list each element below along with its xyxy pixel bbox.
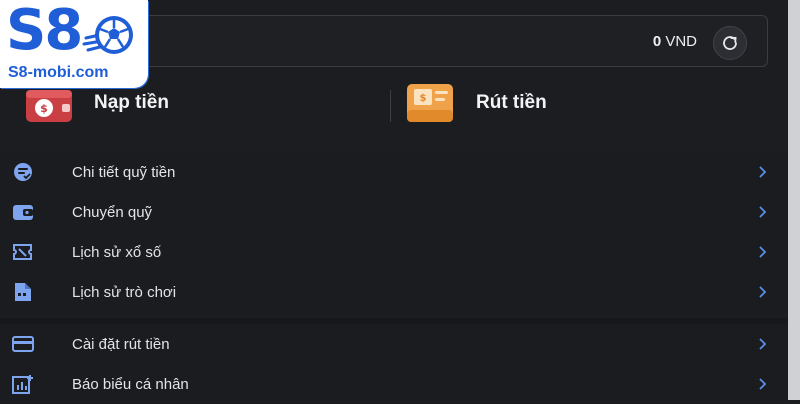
menu-item-lottery-history[interactable]: Lịch sử xổ số: [0, 232, 788, 272]
report-chart-icon: [12, 375, 33, 394]
withdraw-button[interactable]: $ Rút tiền: [404, 78, 547, 128]
deposit-label: Nạp tiền: [94, 92, 169, 113]
balance-currency: VND: [665, 33, 697, 50]
menu-section-settings: Cài đặt rút tiền Báo biểu cá nhân: [0, 318, 788, 404]
wallet-screen: 0 VND $ Nạp tiền $ Rút tiền Chi tiết quỹ…: [0, 0, 800, 404]
menu-item-transfer-funds[interactable]: Chuyển quỹ: [0, 192, 788, 232]
site-logo: S8 S8-mobi.com: [0, 0, 148, 88]
menu-item-label: Cài đặt rút tiền: [72, 335, 170, 353]
menu-item-game-history[interactable]: Lịch sử trò chơi: [0, 272, 788, 312]
chevron-right-icon: [759, 286, 767, 298]
balance-value: 0 VND: [653, 33, 697, 50]
refresh-icon: [723, 36, 737, 50]
wallet-icon: [13, 205, 33, 220]
menu-item-withdraw-settings[interactable]: Cài đặt rút tiền: [0, 324, 788, 364]
chevron-right-icon: [759, 246, 767, 258]
scroll-edge: [788, 0, 800, 400]
logo-wordmark: S8: [6, 0, 83, 63]
menu-section-history: Chi tiết quỹ tiền Chuyển quỹ Lịch sử xổ …: [0, 152, 788, 312]
menu-item-label: Chuyển quỹ: [72, 203, 153, 221]
menu-item-label: Chi tiết quỹ tiền: [72, 163, 176, 181]
chevron-right-icon: [759, 206, 767, 218]
logo-site-name: S8-mobi.com: [8, 64, 109, 81]
svg-text:$: $: [420, 93, 427, 104]
menu-item-label: Lịch sử trò chơi: [72, 283, 177, 301]
deposit-withdraw-row: $ Nạp tiền $ Rút tiền: [0, 78, 788, 150]
lottery-ticket-icon: [13, 244, 32, 260]
menu-item-label: Lịch sử xổ số: [72, 243, 162, 261]
withdraw-card-icon: $: [407, 84, 453, 122]
actions-divider: [390, 90, 391, 122]
credit-card-icon: [12, 336, 34, 352]
account-menu: Chi tiết quỹ tiền Chuyển quỹ Lịch sử xổ …: [0, 152, 788, 404]
svg-text:$: $: [40, 102, 48, 115]
chevron-right-icon: [759, 166, 767, 178]
menu-item-personal-report[interactable]: Báo biểu cá nhân: [0, 364, 788, 404]
chevron-right-icon: [759, 338, 767, 350]
game-history-icon: [15, 283, 31, 301]
balance-amount: 0: [652, 33, 662, 50]
refresh-balance-button[interactable]: [713, 26, 747, 60]
withdraw-label: Rút tiền: [476, 92, 547, 113]
menu-item-label: Báo biểu cá nhân: [72, 375, 189, 393]
chevron-right-icon: [759, 378, 767, 390]
fund-detail-icon: [14, 163, 32, 181]
menu-item-fund-details[interactable]: Chi tiết quỹ tiền: [0, 152, 788, 192]
soccer-ball-icon: [82, 16, 133, 54]
